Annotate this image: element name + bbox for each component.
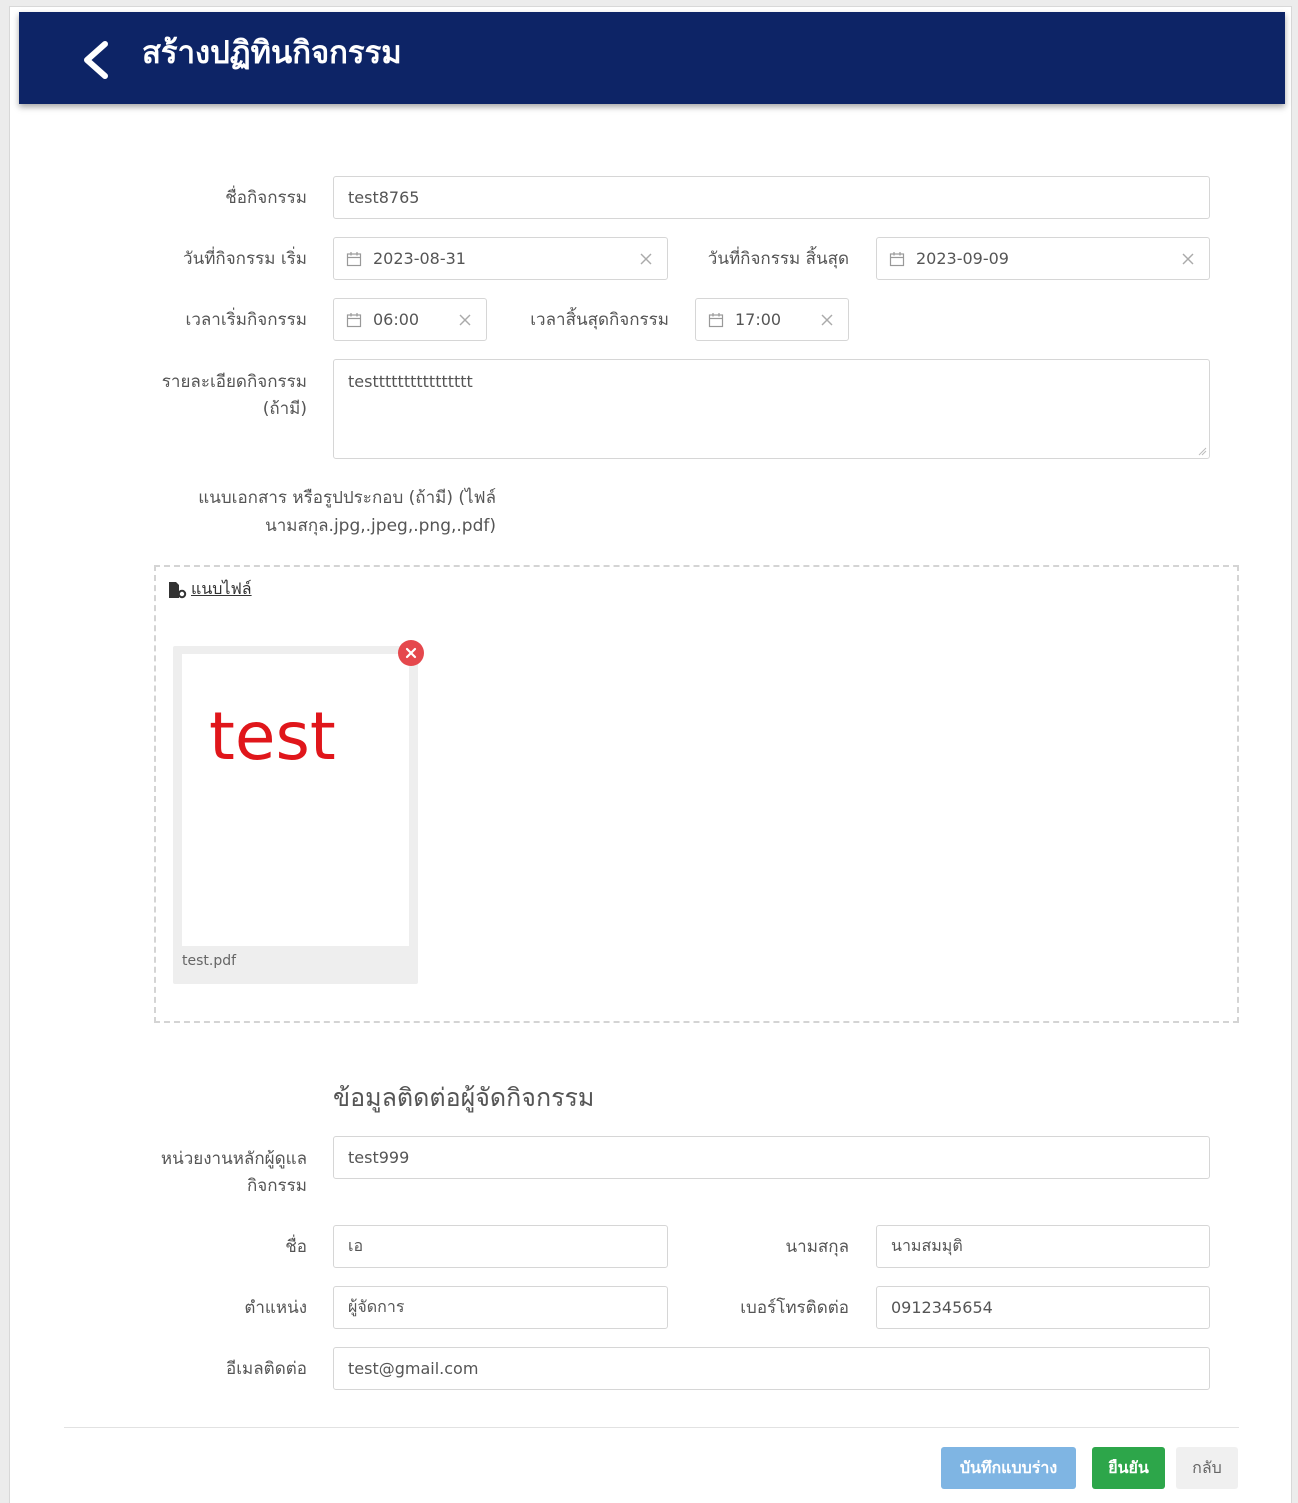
agency-value: test999 (348, 1148, 410, 1167)
page-header: สร้างปฏิทินกิจกรรม (19, 12, 1285, 104)
start-date-label: วันที่กิจกรรม เริ่ม (183, 249, 307, 269)
position-label: ตำแหน่ง (244, 1298, 307, 1318)
position-value: ผู้จัดการ (348, 1297, 405, 1316)
resize-handle-icon[interactable] (1197, 446, 1207, 456)
email-label: อีเมลติดต่อ (226, 1359, 307, 1379)
phone-field[interactable]: 0912345654 (876, 1286, 1210, 1329)
file-attach-icon (169, 581, 187, 598)
start-date-picker[interactable]: 2023-08-31 (333, 237, 668, 280)
calendar-icon (708, 312, 724, 327)
start-date-value: 2023-08-31 (373, 249, 466, 268)
clear-icon[interactable] (1181, 252, 1195, 266)
back-button[interactable]: กลับ (1176, 1447, 1238, 1489)
details-label: รายละเอียดกิจกรรม (ถ้ามี) (140, 369, 307, 423)
end-date-picker[interactable]: 2023-09-09 (876, 237, 1210, 280)
details-label-line2: (ถ้ามี) (262, 399, 307, 419)
last-name-value: นามสมมุติ (891, 1236, 963, 1255)
attachment-label: แนบเอกสาร หรือรูปประกอบ (ถ้ามี) (ไฟล์ นา… (150, 484, 496, 540)
start-time-picker[interactable]: 06:00 (333, 298, 487, 341)
chevron-left-icon[interactable] (77, 40, 117, 80)
page-title: สร้างปฏิทินกิจกรรม (142, 35, 402, 71)
calendar-icon (889, 251, 905, 266)
agency-field[interactable]: test999 (333, 1136, 1210, 1179)
file-name: test.pdf (182, 953, 237, 969)
file-preview-text: test (209, 698, 336, 775)
contact-section-title: ข้อมูลติดต่อผู้จัดกิจกรรม (333, 1083, 595, 1112)
phone-value: 0912345654 (891, 1298, 993, 1317)
calendar-icon (346, 251, 362, 266)
email-value: test@gmail.com (348, 1359, 479, 1378)
attachment-label-line1: แนบเอกสาร หรือรูปประกอบ (ถ้ามี) (ไฟล์ (198, 488, 496, 508)
file-preview-card[interactable]: test test.pdf (173, 646, 418, 984)
first-name-label: ชื่อ (285, 1237, 307, 1257)
clear-icon[interactable] (639, 252, 653, 266)
end-date-value: 2023-09-09 (916, 249, 1009, 268)
first-name-value: เอ (348, 1236, 364, 1255)
clear-icon[interactable] (458, 313, 472, 327)
start-time-label: เวลาเริ่มกิจกรรม (185, 310, 307, 330)
last-name-label: นามสกุล (785, 1237, 849, 1257)
activity-name-field[interactable]: test8765 (333, 176, 1210, 219)
file-preview-page: test (182, 654, 409, 946)
attach-file-label: แนบไฟล์ (191, 579, 252, 598)
end-time-picker[interactable]: 17:00 (695, 298, 849, 341)
position-field[interactable]: ผู้จัดการ (333, 1286, 668, 1329)
agency-label-line1: หน่วยงานหลักผู้ดูแล (160, 1149, 307, 1169)
end-time-value: 17:00 (735, 310, 782, 329)
details-label-line1: รายละเอียดกิจกรรม (161, 372, 307, 392)
confirm-button[interactable]: ยืนยัน (1092, 1447, 1165, 1489)
agency-label-line2: กิจกรรม (246, 1176, 307, 1196)
attach-file-link[interactable]: แนบไฟล์ (168, 577, 252, 602)
agency-label: หน่วยงานหลักผู้ดูแล กิจกรรม (130, 1146, 307, 1200)
remove-file-icon[interactable] (397, 639, 425, 667)
calendar-icon (346, 312, 362, 327)
attachment-label-line2: นามสกุล.jpg,.jpeg,.png,.pdf) (265, 516, 496, 536)
save-draft-button[interactable]: บันทึกแบบร่าง (941, 1447, 1076, 1489)
clear-icon[interactable] (820, 313, 834, 327)
details-value: testttttttttttttttt (348, 372, 473, 391)
start-time-value: 06:00 (373, 310, 420, 329)
first-name-field[interactable]: เอ (333, 1225, 668, 1268)
activity-name-label: ชื่อกิจกรรม (225, 188, 307, 208)
end-time-label: เวลาสิ้นสุดกิจกรรม (530, 310, 669, 330)
email-field[interactable]: test@gmail.com (333, 1347, 1210, 1390)
details-textarea[interactable]: testttttttttttttttt (333, 359, 1210, 459)
last-name-field[interactable]: นามสมมุติ (876, 1225, 1210, 1268)
end-date-label: วันที่กิจกรรม สิ้นสุด (707, 249, 849, 269)
phone-label: เบอร์โทรติดต่อ (740, 1298, 849, 1318)
activity-name-value: test8765 (348, 188, 420, 207)
footer-divider (64, 1427, 1239, 1428)
